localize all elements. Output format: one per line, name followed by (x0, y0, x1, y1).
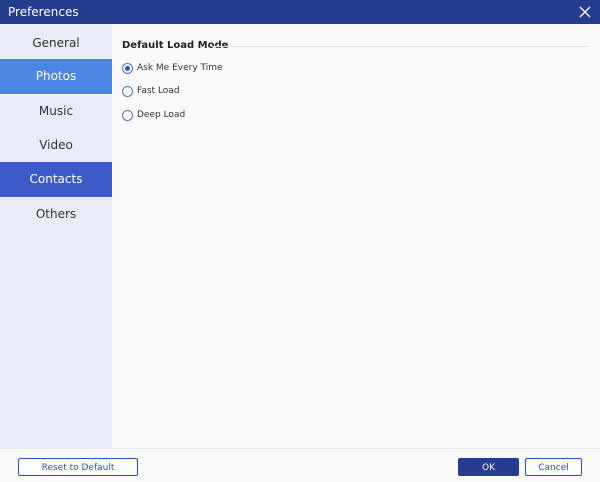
reset-to-default-button[interactable]: Reset to Default (18, 458, 138, 476)
sidebar: General Photos Music Video Contacts Othe… (0, 24, 112, 448)
radio-unselected[interactable] (122, 110, 133, 121)
settings-panel: Default Load Mode Ask Me Every Time Fast… (112, 24, 600, 448)
option-label: Fast Load (137, 86, 180, 96)
radio-selected[interactable] (122, 63, 133, 74)
close-button[interactable] (576, 3, 594, 21)
ok-button[interactable]: OK (458, 458, 519, 476)
cancel-button[interactable]: Cancel (525, 458, 582, 476)
sidebar-item-contacts[interactable]: Contacts (0, 162, 112, 197)
close-icon (579, 6, 591, 18)
sidebar-item-photos[interactable]: Photos (0, 59, 112, 94)
window-title: Preferences (8, 5, 79, 19)
sidebar-item-video[interactable]: Video (0, 128, 112, 163)
option-label: Ask Me Every Time (137, 63, 223, 73)
sidebar-item-music[interactable]: Music (0, 94, 112, 129)
sidebar-item-general[interactable]: General (0, 26, 112, 61)
footer-bar: Reset to Default OK Cancel (0, 448, 600, 482)
title-bar: Preferences (0, 0, 600, 24)
radio-unselected[interactable] (122, 86, 133, 97)
sidebar-item-others[interactable]: Others (0, 197, 112, 232)
option-label: Deep Load (137, 110, 186, 120)
section-divider (212, 46, 588, 47)
